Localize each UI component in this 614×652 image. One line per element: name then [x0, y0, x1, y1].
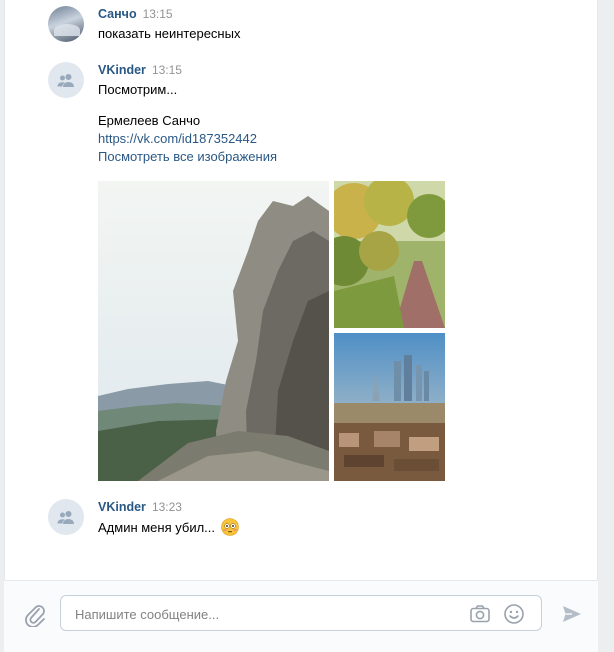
camera-icon[interactable] [469, 604, 491, 624]
author-name[interactable]: VKinder [98, 500, 146, 514]
message-composer [4, 580, 598, 652]
group-icon [57, 74, 74, 87]
scrollbar-track[interactable] [598, 0, 614, 652]
profile-link[interactable]: https://vk.com/id187352442 [98, 130, 277, 148]
message-3: VKinder 13:23 Админ меня убил... [48, 499, 581, 539]
avatar-vkinder[interactable] [48, 499, 84, 535]
message-2: VKinder 13:15 Посмотрим... Ермелеев Санчо… [48, 62, 581, 492]
avatar-vkinder[interactable] [48, 62, 84, 98]
message-body: Админ меня убил... [98, 518, 239, 537]
profile-name: Ермелеев Санчо [98, 113, 201, 128]
view-all-images-link[interactable]: Посмотреть все изображения [98, 148, 277, 166]
send-icon[interactable] [561, 603, 583, 625]
message-time[interactable]: 13:23 [152, 500, 182, 514]
avatar-sancho[interactable] [48, 6, 84, 42]
paperclip-icon[interactable] [24, 603, 46, 628]
message-text: Посмотрим... [98, 82, 178, 97]
rock-cliff-photo[interactable] [98, 181, 329, 481]
message-header: VKinder 13:23 [98, 499, 182, 514]
city-skyline-photo[interactable] [334, 333, 445, 481]
message-text: Админ меня убил... [98, 520, 216, 535]
autumn-path-photo[interactable] [334, 181, 445, 328]
message-1: Санчо 13:15 показать неинтересных [48, 6, 581, 46]
message-header: VKinder 13:15 [98, 62, 182, 77]
group-icon [57, 511, 74, 524]
message-input-box[interactable] [60, 595, 542, 632]
message-time[interactable]: 13:15 [152, 63, 182, 77]
smile-icon[interactable] [503, 603, 525, 625]
message-time[interactable]: 13:15 [143, 7, 173, 21]
author-name[interactable]: Санчо [98, 7, 137, 21]
message-text: показать неинтересных [98, 26, 241, 41]
chat-panel: Санчо 13:15 показать неинтересных VKinder… [4, 0, 598, 652]
message-input[interactable] [73, 596, 467, 632]
message-body: Посмотрим... Ермелеев Санчо https://vk.c… [98, 81, 277, 166]
message-header: Санчо 13:15 [98, 6, 173, 21]
flushed-face-icon [220, 518, 239, 536]
author-name[interactable]: VKinder [98, 63, 146, 77]
